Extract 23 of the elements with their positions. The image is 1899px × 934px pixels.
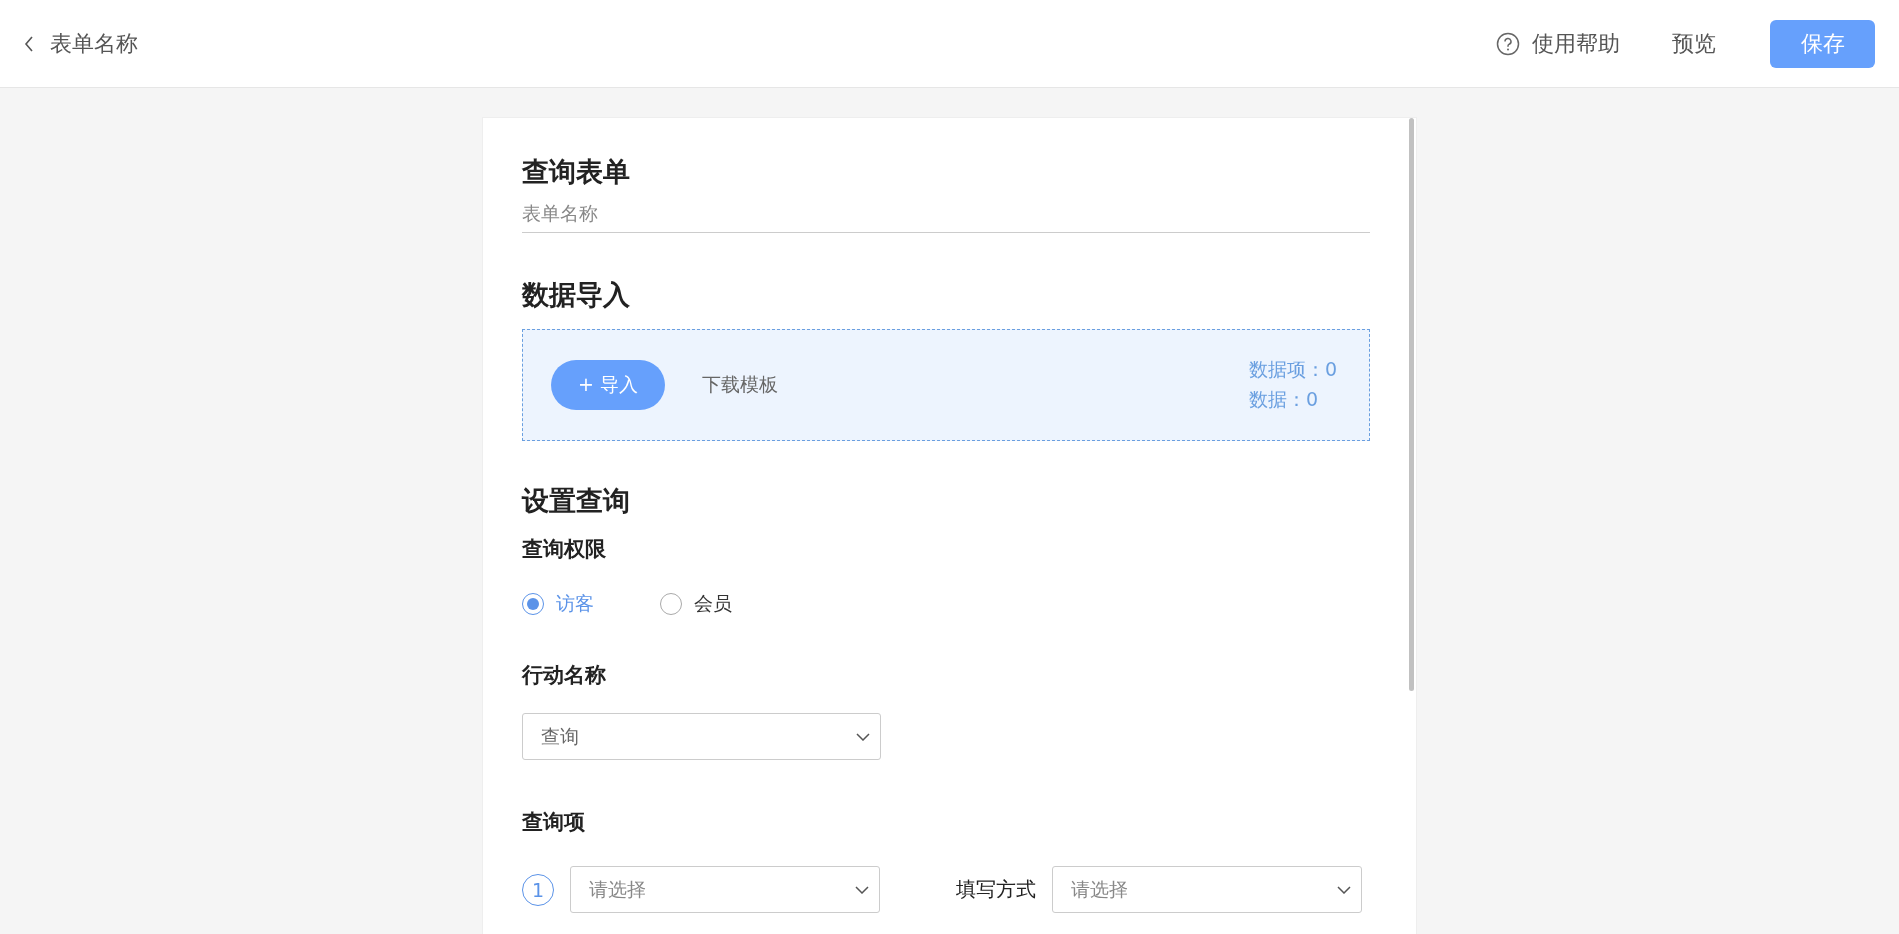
radio-option[interactable]: 会员 xyxy=(660,591,732,618)
field-label: 查询项 xyxy=(522,809,586,837)
chevron-down-icon xyxy=(1337,885,1351,894)
preview-button[interactable]: 预览 xyxy=(1672,28,1716,59)
back-link[interactable]: 表单名称 xyxy=(24,28,138,59)
help-icon xyxy=(1496,31,1520,56)
field-label: 填写方式 xyxy=(956,876,1036,904)
section-title: 设置查询 xyxy=(522,484,631,518)
section-title: 数据导入 xyxy=(522,279,631,312)
scrollbar-thumb[interactable] xyxy=(1409,118,1414,691)
data-count-text: 数据：0 xyxy=(1248,386,1319,412)
chevron-down-icon xyxy=(855,885,869,894)
data-count-text: 数据项：0 xyxy=(1248,356,1337,382)
help-link[interactable]: 使用帮助 xyxy=(1496,28,1620,59)
field-label: 查询权限 xyxy=(522,536,607,564)
fill-mode-dropdown[interactable]: 请选择 xyxy=(1052,866,1362,914)
section-title: 查询表单 xyxy=(522,156,631,189)
field-dropdown[interactable]: 请选择 xyxy=(570,866,880,914)
action-name-dropdown[interactable]: 查询 xyxy=(522,713,881,761)
radio-option[interactable]: 访客 xyxy=(522,591,594,618)
download-template-link[interactable]: 下载模板 xyxy=(702,371,778,398)
field-label: 行动名称 xyxy=(522,662,607,690)
chevron-down-icon xyxy=(856,732,870,741)
